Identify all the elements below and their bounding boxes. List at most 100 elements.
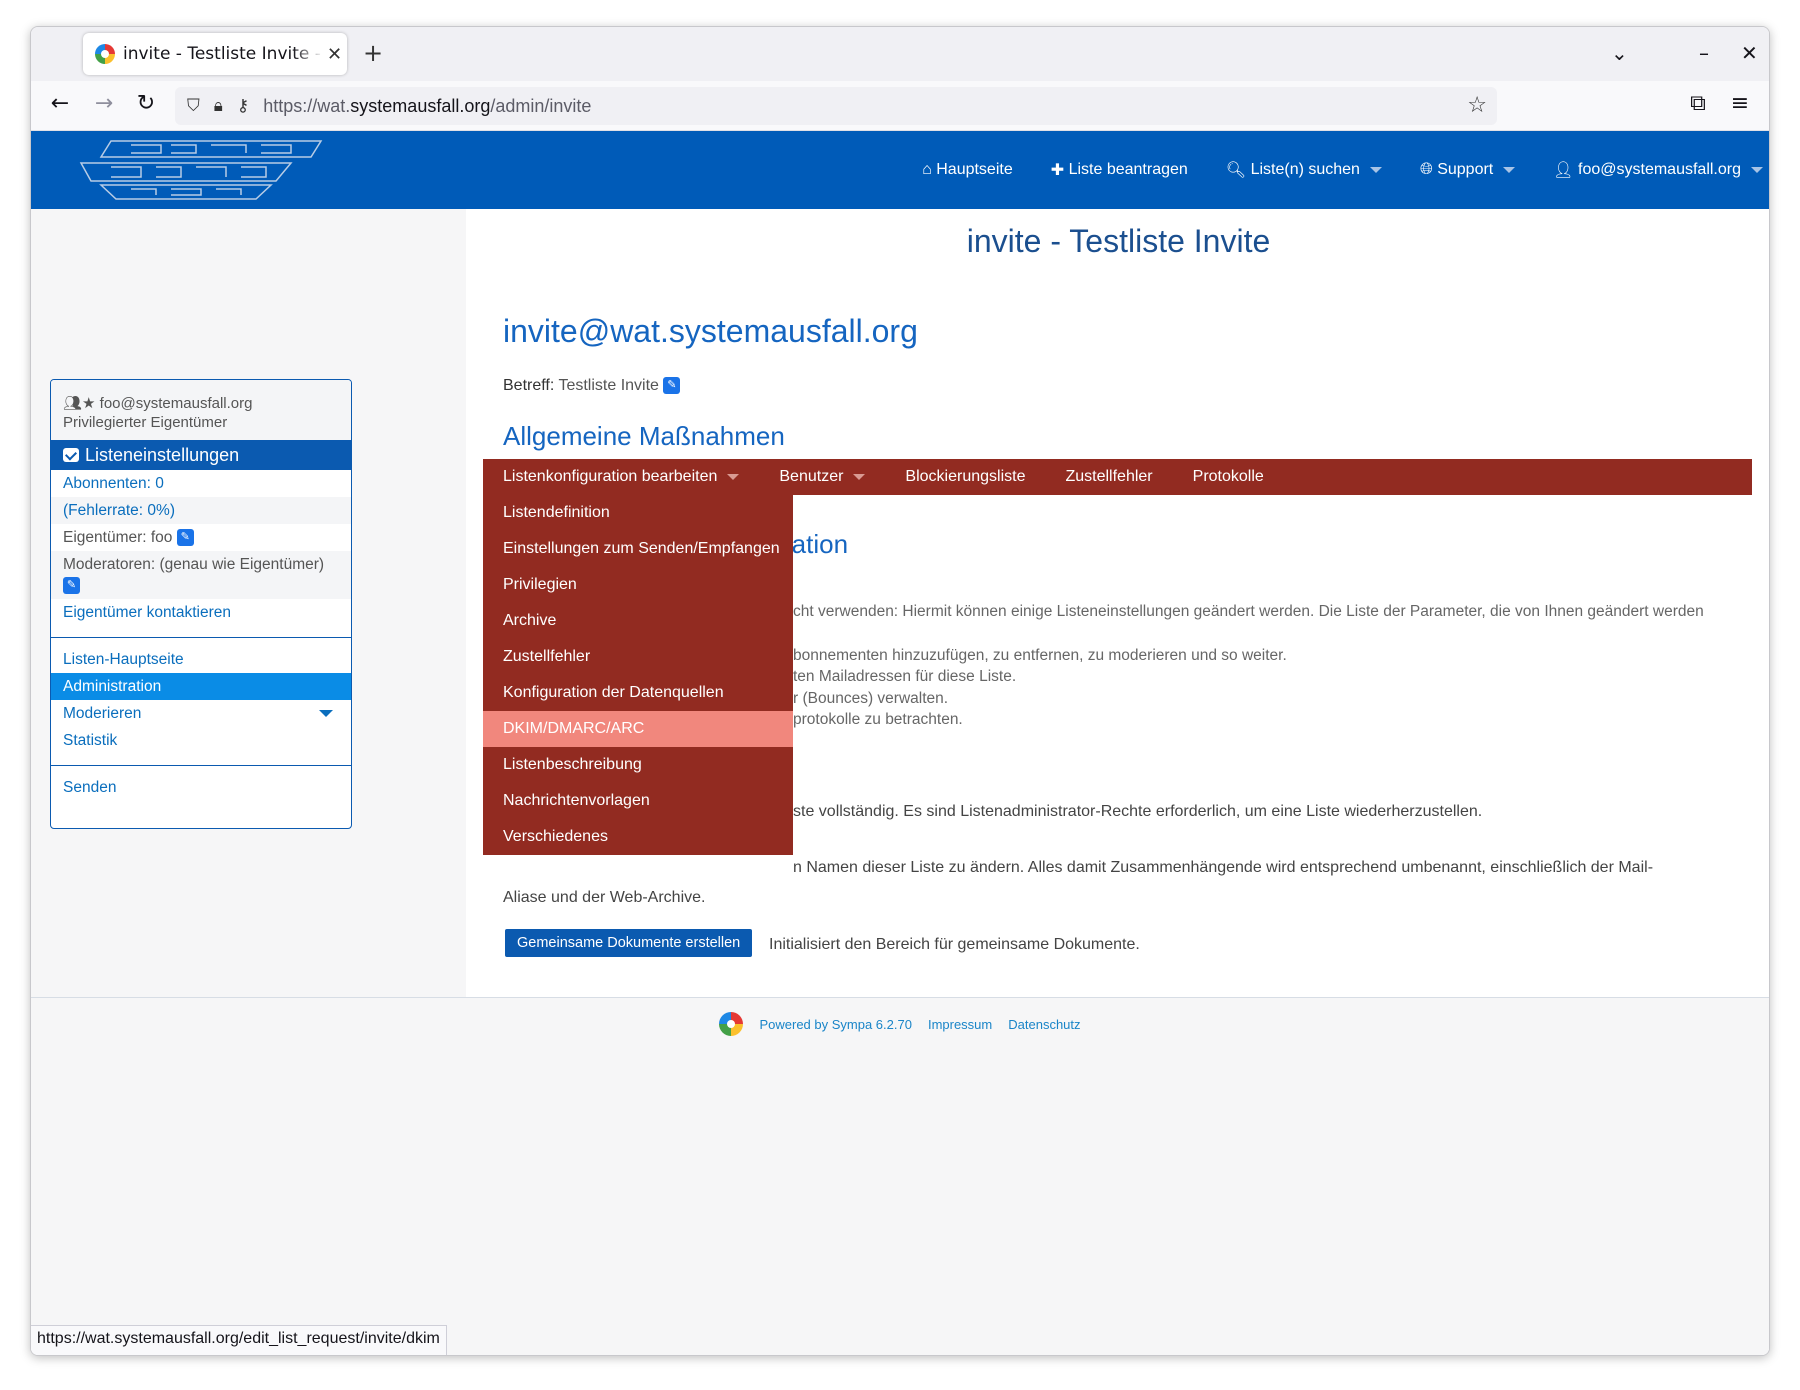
dropdown-item-data-sources[interactable]: Konfiguration der Datenquellen (483, 675, 793, 711)
config-text-1: cht verwenden: Hiermit können einige Lis… (793, 603, 1704, 620)
privacy-link[interactable]: Datenschutz (1008, 1017, 1080, 1032)
nav-support[interactable]: 🌐︎ Support (1419, 161, 1516, 179)
user-info: 👥︎★ foo@systemausfall.org Privilegierter… (51, 380, 351, 440)
bookmark-star-icon[interactable]: ☆ (1467, 93, 1487, 118)
powered-by-link[interactable]: Powered by Sympa 6.2.70 (759, 1017, 911, 1032)
tab-strip: invite - Testliste Invite - a ✕ + ⌄ – ✕ (31, 27, 1769, 81)
dropdown-item-dkim[interactable]: DKIM/DMARC/ARC (483, 711, 793, 747)
general-actions-heading: Allgemeine Maßnahmen (503, 421, 785, 451)
reload-icon[interactable]: ↻ (131, 91, 161, 116)
top-navigation: ⌂ Hauptseite ✚ Liste beantragen 🔍︎ Liste… (884, 131, 1763, 209)
menu-users[interactable]: Benutzer (759, 459, 885, 495)
menu-edit-list-config-label: Listenkonfiguration bearbeiten (503, 468, 718, 485)
dropdown-item-send-receive[interactable]: Einstellungen zum Senden/Empfangen (483, 531, 793, 567)
edit-moderators-icon[interactable]: ✎ (63, 577, 80, 595)
shield-icon[interactable]: ⛉ (187, 96, 200, 116)
owners-info: Eigentümer: foo ✎ (51, 524, 351, 551)
config-text-3: ten Mailadressen für diese Liste. (793, 668, 1017, 685)
tab-title: invite - Testliste Invite - a (123, 44, 323, 64)
menu-users-label: Benutzer (779, 468, 844, 485)
sidebar-item-list-home[interactable]: Listen-Hauptseite (51, 646, 351, 673)
restore-text: ste vollständig. Es sind Listenadministr… (793, 803, 1483, 820)
impressum-link[interactable]: Impressum (928, 1017, 992, 1032)
moderate-label: Moderieren (63, 705, 142, 722)
url-domain: systemausfall.org (350, 95, 491, 116)
status-bar-url: https://wat.systemausfall.org/edit_list_… (31, 1325, 447, 1355)
edit-subject-icon[interactable]: ✎ (663, 377, 681, 395)
chevron-down-icon[interactable] (319, 710, 333, 717)
nav-search-lists[interactable]: 🔍︎ Liste(n) suchen (1226, 160, 1382, 180)
list-address: invite@wat.systemausfall.org (503, 313, 918, 349)
chevron-down-icon (1503, 167, 1516, 173)
nav-support-label: Support (1437, 161, 1494, 178)
nav-user[interactable]: 👤︎ foo@systemausfall.org (1553, 160, 1763, 180)
sidebar-item-administration[interactable]: Administration (51, 673, 351, 700)
minimize-icon[interactable]: – (1699, 41, 1709, 65)
chevron-down-icon (1369, 167, 1382, 173)
rename-text-2: Aliase und der Web-Archive. (503, 889, 706, 906)
close-window-icon[interactable]: ✕ (1741, 41, 1758, 65)
tab-list-chevron-icon[interactable]: ⌄ (1611, 41, 1628, 65)
site-header: ⌂ Hauptseite ✚ Liste beantragen 🔍︎ Liste… (31, 131, 1769, 209)
menu-blocklist[interactable]: Blockierungsliste (885, 459, 1045, 495)
subject-value: Testliste Invite (558, 377, 659, 394)
divider (51, 754, 351, 766)
dropdown-item-bounces[interactable]: Zustellfehler (483, 639, 793, 675)
sidebar-item-send[interactable]: Senden (51, 774, 351, 801)
user-role: Privilegierter Eigentümer (63, 414, 228, 431)
url-prefix: https://wat. (263, 95, 351, 116)
nav-search-lists-label: Liste(n) suchen (1250, 161, 1360, 178)
user-email: foo@systemausfall.org (99, 395, 253, 412)
subject-line: Betreff: Testliste Invite ✎ (503, 377, 681, 395)
lock-icon[interactable]: 🔒︎ (214, 96, 223, 116)
create-shared-docs-button[interactable]: Gemeinsame Dokumente erstellen (505, 929, 753, 957)
list-settings-title: Listeneinstellungen (85, 444, 240, 465)
menu-hamburger-icon[interactable]: ≡ (1725, 91, 1755, 116)
browser-tab[interactable]: invite - Testliste Invite - a ✕ (83, 33, 347, 75)
moderators-text: Moderatoren: (genau wie Eigentümer) (63, 556, 325, 573)
list-settings-card: 👥︎★ foo@systemausfall.org Privilegierter… (50, 379, 352, 829)
footer-links: Powered by Sympa 6.2.70 Impressum Datens… (31, 1012, 1769, 1036)
chevron-down-icon (853, 474, 866, 480)
permissions-icon[interactable]: ⚷ (237, 96, 249, 116)
dropdown-item-archives[interactable]: Archive (483, 603, 793, 639)
dropdown-item-list-definition[interactable]: Listendefinition (483, 495, 793, 531)
sidebar-item-statistics[interactable]: Statistik (51, 727, 351, 754)
dropdown-item-miscellaneous[interactable]: Verschiedenes (483, 819, 793, 855)
privileged-owner-icon: 👥︎★ (63, 395, 100, 412)
menu-edit-list-config[interactable]: Listenkonfiguration bearbeiten (483, 459, 759, 495)
systemausfall-logo[interactable] (71, 137, 331, 203)
new-tab-button[interactable]: + (363, 39, 383, 67)
forward-icon[interactable]: → (89, 91, 119, 116)
dropdown-item-message-templates[interactable]: Nachrichtenvorlagen (483, 783, 793, 819)
extensions-icon[interactable]: ⧉ (1683, 91, 1713, 116)
nav-home[interactable]: ⌂ Hauptseite (922, 161, 1013, 179)
tab-close-icon[interactable]: ✕ (327, 44, 342, 65)
dropdown-item-list-description[interactable]: Listenbeschreibung (483, 747, 793, 783)
sidebar-item-moderate[interactable]: Moderieren (51, 700, 351, 727)
url-text[interactable]: https://wat.systemausfall.org/admin/invi… (263, 96, 591, 117)
plus-icon: ✚ (1050, 162, 1069, 179)
config-text-4: r (Bounces) verwalten. (793, 690, 949, 707)
url-path: /admin/invite (490, 95, 592, 116)
list-settings-heading: Listeneinstellungen (51, 440, 351, 470)
search-icon: 🔍︎ (1225, 162, 1251, 179)
edit-owners-icon[interactable]: ✎ (176, 529, 194, 547)
dropdown-item-privileges[interactable]: Privilegien (483, 567, 793, 603)
menu-logs[interactable]: Protokolle (1173, 459, 1284, 495)
back-icon[interactable]: ← (45, 91, 75, 116)
contact-owners-link[interactable]: Eigentümer kontaktieren (51, 599, 351, 626)
menu-bounces[interactable]: Zustellfehler (1045, 459, 1172, 495)
url-bar[interactable]: ⛉ 🔒︎ ⚷ https://wat.systemausfall.org/adm… (175, 87, 1497, 125)
nav-user-label: foo@systemausfall.org (1578, 161, 1741, 178)
subscribers-link[interactable]: Abonnenten: 0 (51, 470, 351, 497)
config-text-5: protokolle zu betrachten. (793, 711, 963, 728)
shared-docs-text: Initialisiert den Bereich für gemeinsame… (769, 936, 1140, 953)
navigation-toolbar: ← → ↻ ⛉ 🔒︎ ⚷ https://wat.systemausfall.o… (31, 81, 1769, 131)
error-rate-link[interactable]: (Fehlerrate: 0%) (51, 497, 351, 524)
sympa-logo-icon (719, 1012, 744, 1036)
sidebar: 👥︎★ foo@systemausfall.org Privilegierter… (31, 209, 466, 997)
nav-request-list[interactable]: ✚ Liste beantragen (1051, 160, 1188, 180)
subject-label: Betreff: (503, 377, 555, 394)
globe-icon: 🌐︎ (1419, 161, 1438, 178)
